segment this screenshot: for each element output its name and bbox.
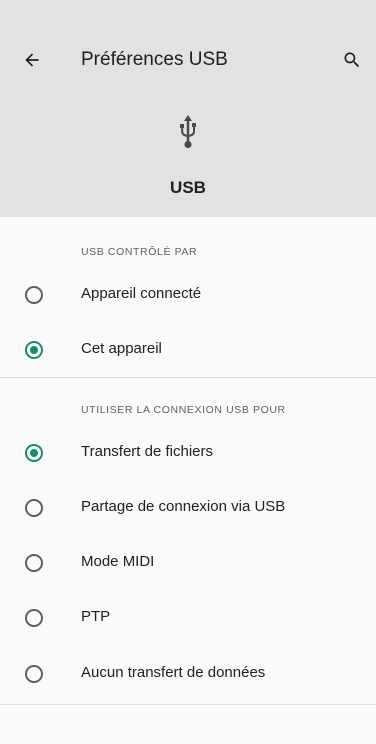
section-header-use-usb-for: UTILISER LA CONNEXION USB POUR bbox=[81, 404, 286, 416]
search-icon bbox=[344, 52, 360, 68]
option-label: Aucun transfert de données bbox=[81, 664, 266, 681]
option-file-transfer[interactable]: Transfert de fichiers bbox=[0, 427, 376, 479]
option-label: Cet appareil bbox=[81, 340, 162, 357]
option-no-data-transfer[interactable]: Aucun transfert de données bbox=[0, 648, 376, 700]
usb-label: USB bbox=[170, 178, 206, 197]
radio-file-transfer[interactable] bbox=[25, 444, 43, 462]
top-app-bar: Préférences USB bbox=[0, 36, 376, 84]
usb-preferences-screen: Préférences USB USB USB CONTRÔLÉ PAR App… bbox=[0, 0, 376, 744]
radio-no-data-transfer[interactable] bbox=[25, 665, 43, 683]
search-button[interactable] bbox=[340, 48, 364, 72]
option-label: Partage de connexion via USB bbox=[81, 498, 286, 515]
option-label: Mode MIDI bbox=[81, 553, 155, 570]
usb-icon bbox=[180, 115, 196, 149]
option-midi-mode[interactable]: Mode MIDI bbox=[0, 537, 376, 589]
option-usb-tethering[interactable]: Partage de connexion via USB bbox=[0, 482, 376, 534]
radio-midi-mode[interactable] bbox=[25, 554, 43, 572]
radio-ptp[interactable] bbox=[25, 609, 43, 627]
back-button[interactable] bbox=[20, 48, 44, 72]
radio-connected-device[interactable] bbox=[25, 286, 43, 304]
option-ptp[interactable]: PTP bbox=[0, 592, 376, 644]
option-this-device[interactable]: Cet appareil bbox=[0, 324, 376, 376]
option-label: Transfert de fichiers bbox=[81, 443, 213, 460]
option-label: PTP bbox=[81, 608, 111, 625]
header: Préférences USB USB bbox=[0, 0, 376, 217]
divider bbox=[0, 704, 376, 705]
arrow-back-icon bbox=[25, 53, 39, 67]
section-header-usb-controlled-by: USB CONTRÔLÉ PAR bbox=[81, 246, 198, 258]
radio-usb-tethering[interactable] bbox=[25, 499, 43, 517]
option-connected-device[interactable]: Appareil connecté bbox=[0, 269, 376, 321]
page-title: Préférences USB bbox=[81, 49, 228, 70]
option-label: Appareil connecté bbox=[81, 285, 202, 302]
divider bbox=[0, 377, 376, 378]
radio-this-device[interactable] bbox=[25, 341, 43, 359]
